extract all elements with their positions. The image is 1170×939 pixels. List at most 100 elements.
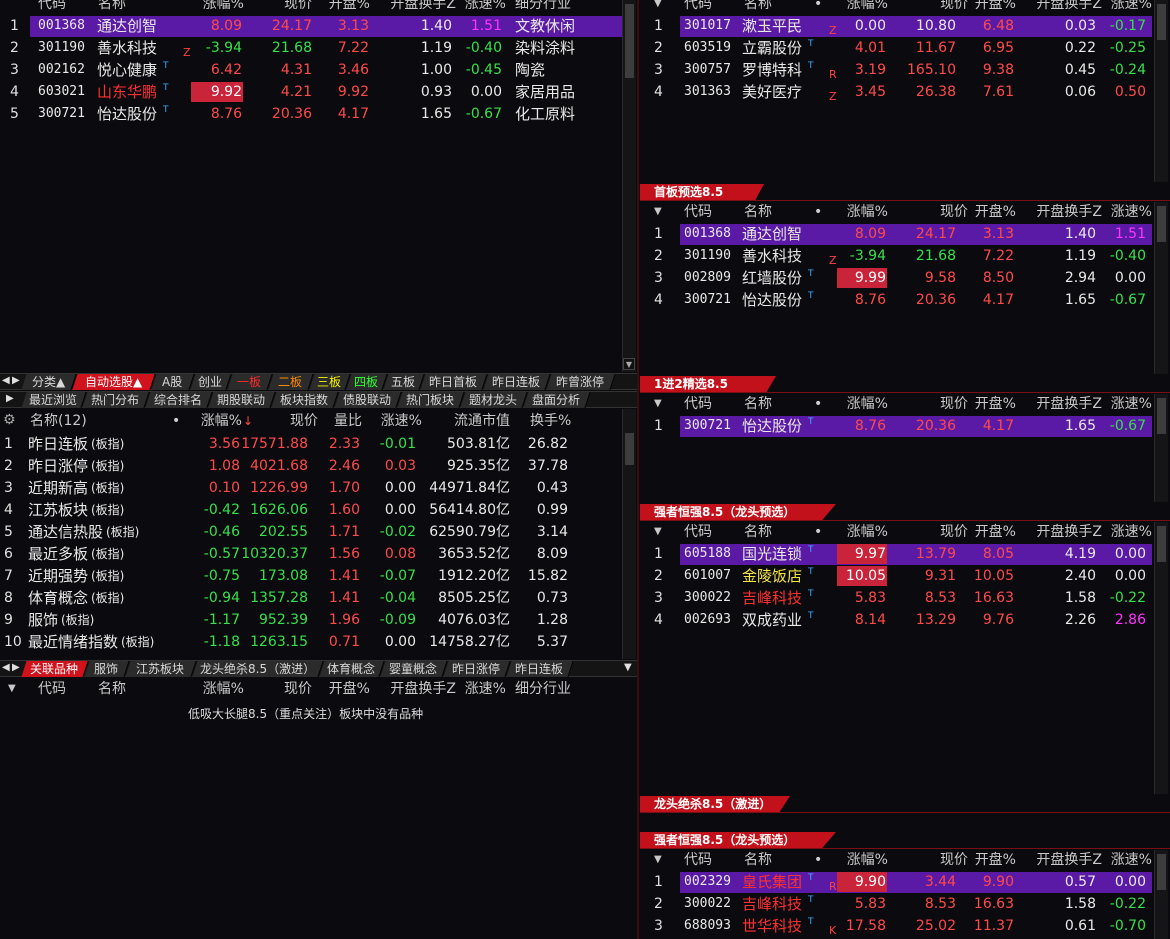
stock-code[interactable]: 002329 <box>684 871 744 893</box>
table-row[interactable]: 3 688093 世华科技 T K 17.58 25.02 11.37 0.61 -0.70 <box>640 915 1155 937</box>
stock-code[interactable]: 300022 <box>684 893 744 915</box>
column-header-industry[interactable]: 细分行业 <box>515 678 585 700</box>
column-header-chg[interactable]: 涨幅% <box>198 410 242 432</box>
table-row[interactable]: 4 603021 山东华鹏 T 9.92 4.21 9.92 0.93 0.00 家居用品 <box>0 81 620 103</box>
column-header-chg[interactable]: 涨幅% <box>842 849 888 871</box>
tab-0[interactable]: 分类▲ <box>21 374 77 390</box>
tab-6[interactable]: 昨日涨停 <box>443 661 511 677</box>
tab-1[interactable]: 自动选股▲ <box>72 374 156 390</box>
section-title[interactable]: 强者恒强8.5（龙头预选） <box>640 832 836 848</box>
column-header-name[interactable]: 名称 <box>744 393 784 415</box>
column-header-code[interactable]: 代码 <box>684 393 724 415</box>
column-header-open[interactable]: 开盘% <box>970 201 1016 223</box>
column-header-price[interactable]: 现价 <box>936 393 968 415</box>
table-row[interactable]: 2 603519 立霸股份 T 4.01 11.67 6.95 0.22 -0.25 <box>640 37 1155 59</box>
table-row[interactable]: 6 最近多板 (板指) -0.57 10320.37 1.56 0.08 3653.52亿 8.… <box>0 543 620 565</box>
tab-3[interactable]: 创业 <box>190 374 232 390</box>
stock-code[interactable]: 688093 <box>684 915 744 937</box>
stock-code[interactable]: 300721 <box>684 415 744 437</box>
table-row[interactable]: 2 301190 善水科技 Z -3.94 21.68 7.22 1.19 -0.40 染料涂料 <box>0 37 620 59</box>
tab-7[interactable]: 四板 <box>346 374 388 390</box>
table-row[interactable]: 10 最近情绪指数 (板指) -1.18 1263.15 0.71 0.00 14758.27… <box>0 631 620 653</box>
arrow-right-icon[interactable]: ▶ <box>6 393 14 404</box>
section-title[interactable]: 龙头绝杀8.5（激进） <box>640 796 790 812</box>
stock-code[interactable]: 605188 <box>684 543 744 565</box>
scroll-thumb[interactable] <box>1157 4 1166 40</box>
tab-8[interactable]: 盘面分析 <box>523 392 591 408</box>
column-header-name[interactable]: 名称 <box>744 201 784 223</box>
triangle-down-icon[interactable]: ▼ <box>8 678 18 700</box>
tab-4[interactable]: 板块指数 <box>271 392 339 408</box>
column-header-turn[interactable]: 换手% <box>530 410 571 432</box>
table-row[interactable]: 8 体育概念 (板指) -0.94 1357.28 1.41 -0.04 8505.25亿 0.… <box>0 587 620 609</box>
table-row[interactable]: 1 001368 通达创智 8.09 24.17 3.13 1.40 1.51 文教休闲 <box>0 15 620 37</box>
column-header-code[interactable]: 代码 <box>684 521 724 543</box>
triangle-down-icon[interactable]: ▼ <box>654 393 664 415</box>
column-header-turn[interactable]: 开盘换手Z <box>1024 201 1102 223</box>
tab-1[interactable]: 服饰 <box>84 661 130 677</box>
stock-code[interactable]: 603519 <box>684 37 744 59</box>
column-header-name[interactable]: 名称 <box>98 678 158 700</box>
stock-code[interactable]: 301190 <box>684 245 744 267</box>
table-row[interactable]: 1 002329 皇氏集团 T R 9.90 3.44 9.90 0.57 0.00 <box>640 871 1155 893</box>
column-header-chg[interactable]: 涨幅% <box>196 0 244 15</box>
section-title[interactable]: 1进2精选8.5 <box>640 376 776 392</box>
column-header-name[interactable]: 名称 <box>744 849 784 871</box>
column-header-name[interactable]: 名称 <box>98 0 158 15</box>
stock-code[interactable]: 301190 <box>38 37 98 59</box>
stock-code[interactable]: 301363 <box>684 81 744 103</box>
scrollbar[interactable] <box>622 0 636 372</box>
table-row[interactable]: 4 300721 怡达股份 T 8.76 20.36 4.17 1.65 -0.67 <box>640 289 1155 311</box>
table-row[interactable]: 3 002162 悦心健康 T 6.42 4.31 3.46 1.00 -0.45 陶瓷 <box>0 59 620 81</box>
column-header-open[interactable]: 开盘% <box>970 521 1016 543</box>
stock-name[interactable]: 通达创智 <box>97 15 177 37</box>
stock-name[interactable]: 美好医疗 <box>742 81 822 103</box>
column-header-code[interactable]: 代码 <box>684 0 724 15</box>
tab-3[interactable]: 期股联动 <box>208 392 276 408</box>
scroll-thumb[interactable] <box>625 4 634 78</box>
tab-2[interactable]: 综合排名 <box>145 392 213 408</box>
column-header-name[interactable]: 名称 <box>744 521 784 543</box>
table-row[interactable]: 2 601007 金陵饭店 T 10.05 9.31 10.05 2.40 0.00 <box>640 565 1155 587</box>
column-header-speed[interactable]: 涨速% <box>1106 849 1152 871</box>
table-row[interactable]: 4 002693 双成药业 T 8.14 13.29 9.76 2.26 2.86 <box>640 609 1155 631</box>
column-header-turn[interactable]: 开盘换手Z <box>378 0 456 15</box>
table-row[interactable]: 4 301363 美好医疗 Z 3.45 26.38 7.61 0.06 0.50 <box>640 81 1155 103</box>
tab-1[interactable]: 热门分布 <box>82 392 150 408</box>
column-header-turn[interactable]: 开盘换手Z <box>1024 849 1102 871</box>
column-header-code[interactable]: 代码 <box>38 678 88 700</box>
triangle-down-icon[interactable]: ▼ <box>654 201 664 223</box>
scrollbar[interactable] <box>622 409 636 659</box>
stock-code[interactable]: 002809 <box>684 267 744 289</box>
table-row[interactable]: 1 605188 国光连锁 T 9.97 13.79 8.05 4.19 0.00 <box>640 543 1155 565</box>
table-row[interactable]: 1 300721 怡达股份 T 8.76 20.36 4.17 1.65 -0.67 <box>640 415 1155 437</box>
table-row[interactable]: 3 300022 吉峰科技 T 5.83 8.53 16.63 1.58 -0.22 <box>640 587 1155 609</box>
table-row[interactable]: 5 300721 怡达股份 T 8.76 20.36 4.17 1.65 -0.67 化工原料 <box>0 103 620 125</box>
stock-name[interactable]: 通达创智 <box>742 223 822 245</box>
scroll-thumb[interactable] <box>1157 206 1166 242</box>
scroll-down-icon[interactable]: ▼ <box>623 358 635 370</box>
triangle-down-icon[interactable]: ▼ <box>654 521 664 543</box>
column-header-speed[interactable]: 涨速% <box>378 410 422 432</box>
tab-0[interactable]: 关联品种 <box>21 661 89 677</box>
tab-5[interactable]: 二板 <box>268 374 314 390</box>
column-header-open[interactable]: 开盘% <box>970 849 1016 871</box>
tab-7[interactable]: 题材龙头 <box>460 392 528 408</box>
stock-code[interactable]: 001368 <box>38 15 98 37</box>
arrow-right-icon[interactable]: ▶ <box>12 662 20 673</box>
column-header-chg[interactable]: 涨幅% <box>842 393 888 415</box>
table-row[interactable]: 7 近期强势 (板指) -0.75 173.08 1.41 -0.07 1912.20亿 15.… <box>0 565 620 587</box>
column-header-name[interactable]: 名称(12) <box>30 410 100 432</box>
tab-2[interactable]: A股 <box>151 374 195 390</box>
scroll-thumb[interactable] <box>1157 398 1166 434</box>
stock-code[interactable]: 603021 <box>38 81 98 103</box>
column-header-price[interactable]: 现价 <box>936 0 968 15</box>
tab-6[interactable]: 热门板块 <box>397 392 465 408</box>
vertical-splitter[interactable] <box>637 0 639 939</box>
scrollbar[interactable] <box>1154 850 1168 939</box>
table-row[interactable]: 3 300757 罗博特科 T R 3.19 165.10 9.38 0.45 -0.24 <box>640 59 1155 81</box>
tab-8[interactable]: 五板 <box>383 374 425 390</box>
section-title[interactable]: 强者恒强8.5（龙头预选） <box>640 504 836 520</box>
tab-5[interactable]: 婴童概念 <box>380 661 448 677</box>
arrow-left-icon[interactable]: ◀ <box>2 662 10 673</box>
